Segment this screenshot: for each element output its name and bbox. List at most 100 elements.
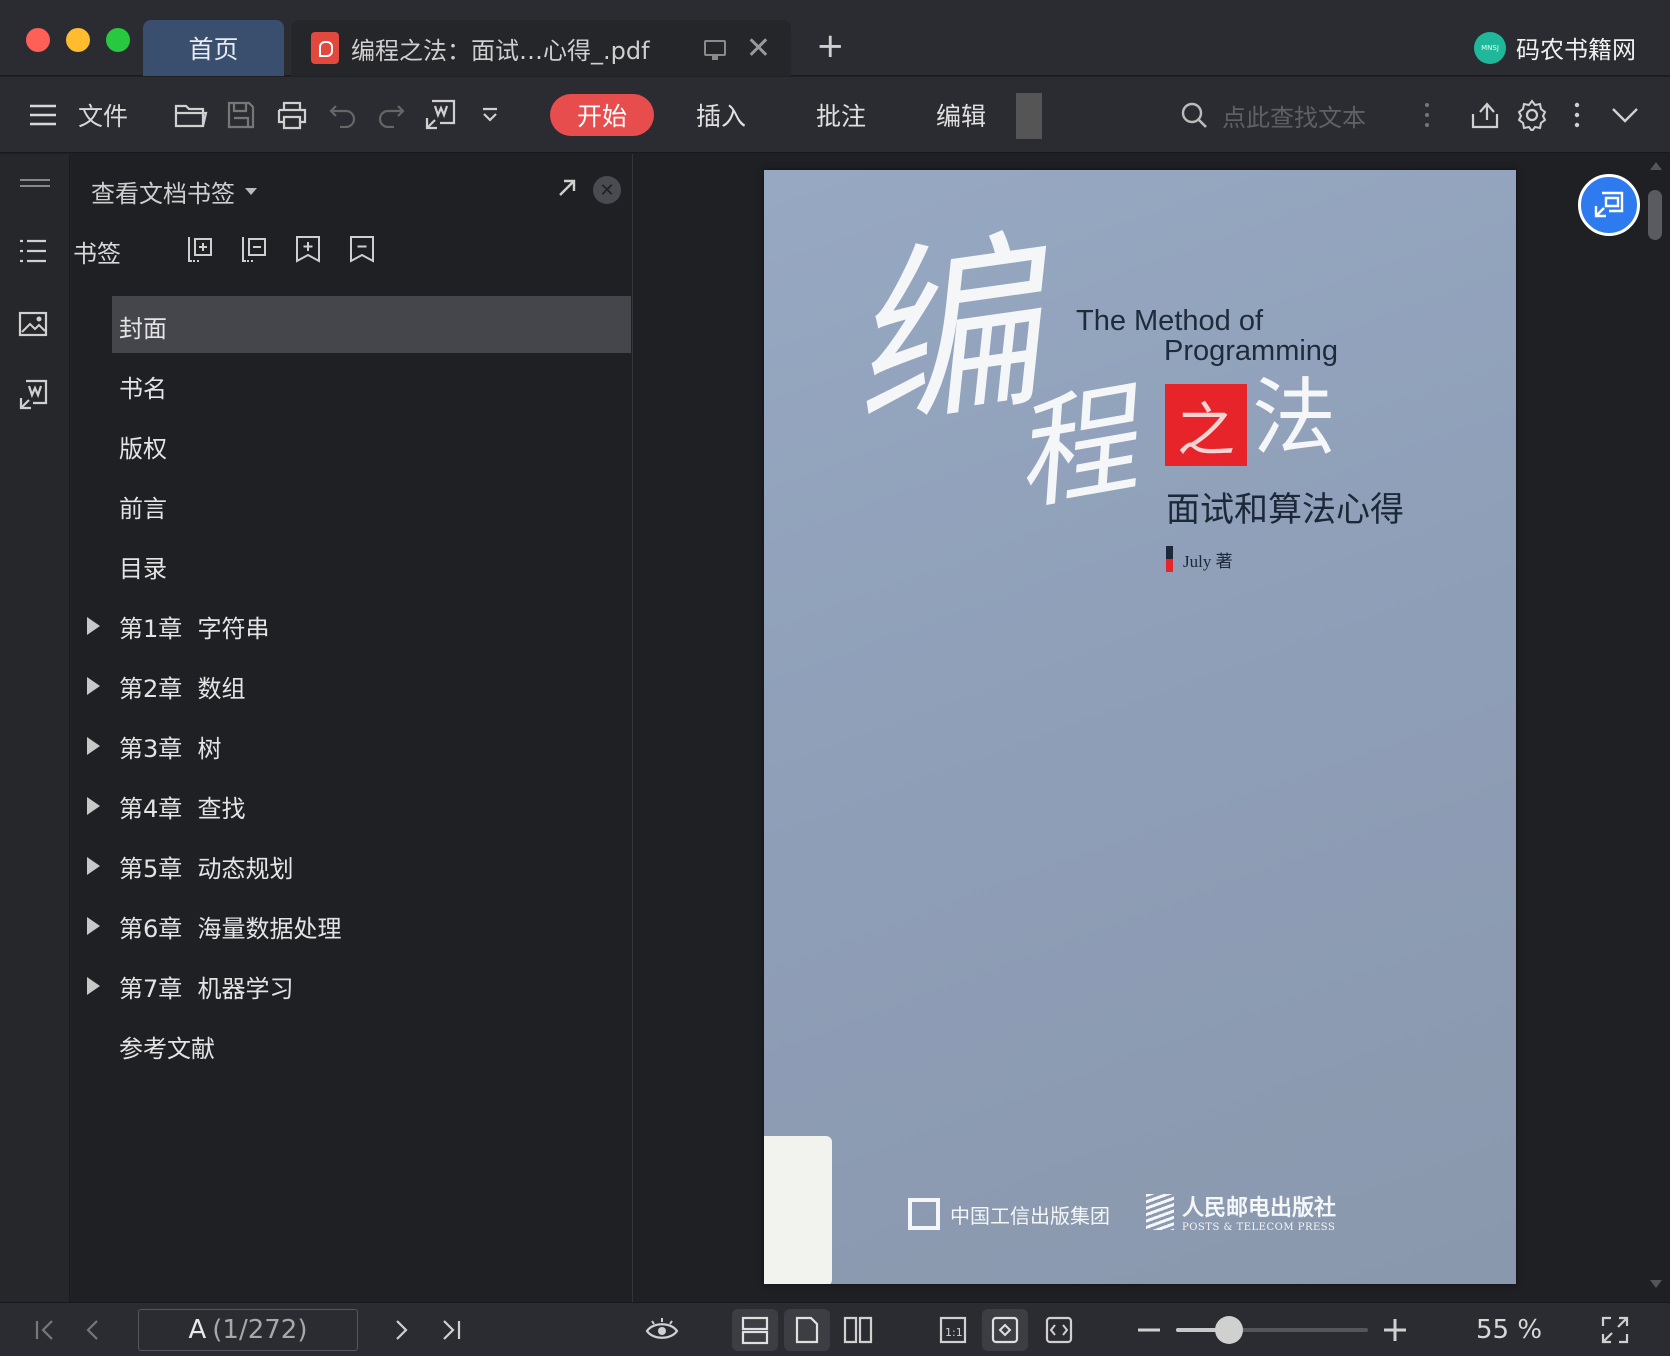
remove-bookmark-icon[interactable] bbox=[347, 234, 377, 268]
bookmark-item[interactable]: 第7章 机器学习 bbox=[71, 956, 633, 1016]
file-menu[interactable]: 文件 bbox=[78, 77, 128, 153]
expand-triangle-icon[interactable] bbox=[87, 917, 100, 935]
tab-document[interactable]: 编程之法：面试…心得_.pdf ✕ bbox=[291, 20, 791, 76]
open-folder-icon[interactable] bbox=[174, 77, 208, 153]
redo-icon[interactable] bbox=[376, 77, 406, 153]
undo-icon[interactable] bbox=[328, 77, 358, 153]
tab-insert[interactable]: 插入 bbox=[696, 77, 746, 153]
next-page-icon[interactable] bbox=[394, 1303, 410, 1356]
screen-mode-icon[interactable] bbox=[703, 40, 726, 60]
zoom-level[interactable]: 55 % bbox=[1476, 1303, 1542, 1356]
cover-english-title: The Method of Programming bbox=[1076, 306, 1338, 366]
floating-convert-button[interactable] bbox=[1578, 174, 1640, 236]
expand-triangle-icon[interactable] bbox=[87, 737, 100, 755]
expand-triangle-icon[interactable] bbox=[87, 857, 100, 875]
bookmark-item-label: 参考文献 bbox=[119, 1034, 215, 1063]
bookmark-item[interactable]: 第5章 动态规划 bbox=[71, 836, 633, 896]
expand-triangle-icon[interactable] bbox=[87, 617, 100, 635]
page-number-input[interactable]: A (1/272) bbox=[138, 1309, 358, 1351]
bookmark-item[interactable]: 第4章 查找 bbox=[71, 776, 633, 836]
close-tab-icon[interactable]: ✕ bbox=[746, 31, 771, 66]
pdf-file-icon bbox=[311, 32, 339, 64]
search-options-icon[interactable] bbox=[1424, 77, 1430, 153]
expand-all-bookmarks-icon[interactable] bbox=[185, 234, 215, 268]
close-window-button[interactable] bbox=[26, 28, 50, 52]
vertical-scrollbar[interactable] bbox=[1648, 190, 1662, 240]
zoom-slider[interactable] bbox=[1176, 1316, 1368, 1344]
close-panel-icon[interactable]: ✕ bbox=[593, 176, 621, 204]
document-viewer[interactable]: 编 程 The Method of Programming 之 法 面试和算法心… bbox=[634, 154, 1670, 1302]
scroll-down-arrow-icon[interactable] bbox=[1650, 1280, 1662, 1288]
brand-name: 码农书籍网 bbox=[1516, 36, 1636, 64]
new-tab-button[interactable]: + bbox=[816, 26, 845, 66]
convert-document-icon[interactable] bbox=[18, 378, 50, 416]
bookmark-item[interactable]: 版权 bbox=[71, 416, 633, 476]
tab-home[interactable]: 首页 bbox=[143, 20, 284, 76]
cover-publisher-name: 人民邮电出版社 bbox=[1182, 1195, 1337, 1221]
bookmark-item-label: 第1章 字符串 bbox=[119, 614, 270, 643]
scroll-up-arrow-icon[interactable] bbox=[1650, 162, 1662, 170]
more-vertical-icon[interactable] bbox=[1574, 77, 1580, 153]
bookmark-item[interactable]: 书名 bbox=[71, 356, 633, 416]
bookmark-item[interactable]: 第1章 字符串 bbox=[71, 596, 633, 656]
cover-english-title-line1: The Method of bbox=[1076, 305, 1263, 337]
more-quick-tools-icon[interactable] bbox=[480, 77, 500, 153]
continuous-scroll-view-icon[interactable] bbox=[732, 1309, 778, 1351]
first-page-icon[interactable] bbox=[34, 1303, 56, 1356]
settings-gear-icon[interactable] bbox=[1516, 77, 1548, 153]
bookmark-item[interactable]: 第2章 数组 bbox=[71, 656, 633, 716]
eye-protection-mode-icon[interactable] bbox=[644, 1303, 680, 1356]
fullscreen-icon[interactable] bbox=[1600, 1303, 1630, 1356]
collapse-toolbar-chevron-icon[interactable] bbox=[1610, 77, 1640, 153]
bookmark-panel: 查看文档书签 ✕ 书签 封面 书名 版权 前言 目录 第1章 字符串 第2章 数组 第3章 树… bbox=[71, 154, 633, 1302]
maximize-window-button[interactable] bbox=[106, 28, 130, 52]
bookmark-outline-icon[interactable] bbox=[18, 238, 48, 268]
tab-annotate[interactable]: 批注 bbox=[816, 77, 866, 153]
main-toolbar: 文件 开始 插入 批注 编辑 点此查找文本 bbox=[0, 77, 1670, 153]
bookmark-item[interactable]: 封面 bbox=[71, 296, 633, 356]
hamburger-menu-icon[interactable] bbox=[28, 77, 58, 153]
expand-triangle-icon[interactable] bbox=[87, 677, 100, 695]
search-input[interactable]: 点此查找文本 bbox=[1222, 77, 1366, 153]
actual-size-icon[interactable]: 1:1 bbox=[938, 1303, 968, 1356]
last-page-icon[interactable] bbox=[440, 1303, 462, 1356]
previous-page-icon[interactable] bbox=[84, 1303, 100, 1356]
bookmark-item[interactable]: 第6章 海量数据处理 bbox=[71, 896, 633, 956]
pop-out-panel-icon[interactable] bbox=[555, 176, 579, 204]
add-bookmark-icon[interactable] bbox=[293, 234, 323, 268]
author-mark bbox=[1166, 546, 1173, 572]
fit-width-icon[interactable] bbox=[1044, 1303, 1074, 1356]
bookmark-item[interactable]: 参考文献 bbox=[71, 1016, 633, 1076]
expand-triangle-icon[interactable] bbox=[87, 797, 100, 815]
search-icon[interactable] bbox=[1180, 77, 1208, 153]
bookmark-item[interactable]: 目录 bbox=[71, 536, 633, 596]
zoom-in-icon[interactable] bbox=[1382, 1303, 1408, 1356]
zoom-slider-thumb[interactable] bbox=[1214, 1316, 1243, 1344]
bookmark-item[interactable]: 第3章 树 bbox=[71, 716, 633, 776]
collapse-all-bookmarks-icon[interactable] bbox=[239, 234, 269, 268]
single-page-view-icon[interactable] bbox=[784, 1309, 830, 1351]
convert-to-word-icon[interactable] bbox=[424, 77, 458, 153]
save-icon[interactable] bbox=[226, 77, 256, 153]
toolbar-overflow-handle[interactable] bbox=[1016, 93, 1042, 139]
bookmark-item[interactable]: 前言 bbox=[71, 476, 633, 536]
expand-triangle-icon[interactable] bbox=[87, 977, 100, 995]
bookmark-view-dropdown[interactable]: 查看文档书签 bbox=[91, 174, 257, 209]
svg-text:1:1: 1:1 bbox=[945, 1326, 963, 1339]
rail-collapse-handle-icon[interactable] bbox=[18, 174, 52, 193]
tab-edit[interactable]: 编辑 bbox=[936, 77, 986, 153]
fit-page-icon[interactable] bbox=[982, 1309, 1028, 1351]
two-page-view-icon[interactable] bbox=[842, 1303, 874, 1356]
brand[interactable]: MNSJ 码农书籍网 bbox=[1474, 30, 1636, 65]
bookmark-item-label: 第7章 机器学习 bbox=[119, 974, 294, 1003]
pdf-page-cover[interactable]: 编 程 The Method of Programming 之 法 面试和算法心… bbox=[764, 170, 1516, 1284]
thumbnail-image-icon[interactable] bbox=[18, 310, 48, 342]
zoom-out-icon[interactable] bbox=[1136, 1303, 1162, 1356]
publisher-group-logo-icon bbox=[908, 1198, 940, 1230]
brand-logo-icon: MNSJ bbox=[1474, 31, 1506, 64]
minimize-window-button[interactable] bbox=[66, 28, 90, 52]
share-icon[interactable] bbox=[1470, 77, 1500, 153]
print-icon[interactable] bbox=[276, 77, 308, 153]
tab-start[interactable]: 开始 bbox=[550, 94, 654, 136]
dropdown-caret-icon bbox=[245, 188, 257, 195]
